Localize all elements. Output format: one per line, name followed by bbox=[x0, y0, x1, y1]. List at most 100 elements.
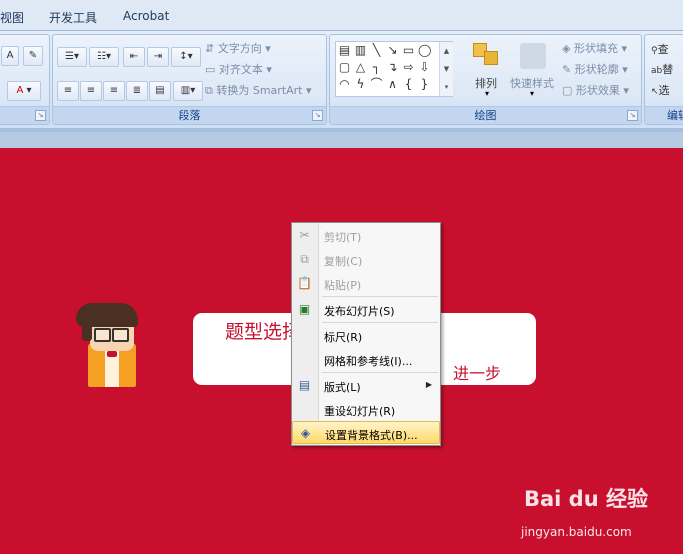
oval-shape-icon[interactable]: ◯ bbox=[418, 44, 431, 57]
right-brace-shape-icon[interactable]: } bbox=[418, 78, 431, 91]
left-brace-shape-icon[interactable]: { bbox=[402, 78, 415, 91]
arrow-line-shape-icon[interactable]: ↘ bbox=[386, 44, 399, 57]
elbow-connector-shape-icon[interactable]: ┐ bbox=[370, 61, 383, 74]
paragraph-dialog-launcher[interactable]: ↘ bbox=[312, 110, 323, 121]
triangle-shape-icon[interactable]: △ bbox=[354, 61, 367, 74]
shape-fill-label: 形状填充 bbox=[573, 42, 618, 55]
quick-styles-button[interactable]: 快速样式 ▾ bbox=[508, 41, 560, 98]
baidu-jingyan-watermark-logo: Bai du 经验 bbox=[524, 487, 648, 511]
decrease-indent-button[interactable]: ⇤ bbox=[123, 47, 145, 67]
context-menu: ✂ 剪切(T) ⧉ 复制(C) 📋 粘贴(P) ▣ 发布幻灯片(S) 标尺(R)… bbox=[291, 222, 441, 446]
menu-separator bbox=[322, 296, 438, 297]
smartart-icon: ⧉ bbox=[205, 84, 213, 97]
menu-item-publish-slides[interactable]: ▣ 发布幻灯片(S) bbox=[292, 298, 440, 321]
clear-format-button[interactable]: ✎ bbox=[23, 46, 43, 66]
justify-button[interactable]: ≣ bbox=[126, 81, 148, 101]
menu-separator bbox=[322, 372, 438, 373]
arrange-button[interactable]: 排列 ▾ bbox=[470, 41, 504, 98]
menu-item-paste[interactable]: 📋 粘贴(P) bbox=[292, 272, 440, 295]
menu-item-cut[interactable]: ✂ 剪切(T) bbox=[292, 224, 440, 247]
rounded-rect-shape-icon[interactable]: ▢ bbox=[338, 61, 351, 74]
find-button[interactable]: ⚲查 bbox=[651, 41, 669, 57]
select-button[interactable]: ↖选 bbox=[651, 82, 670, 98]
editing-group: ⚲查 ab替 ↖选 编辑 bbox=[644, 34, 683, 125]
down-arrow-shape-icon[interactable]: ⇩ bbox=[418, 61, 431, 74]
align-text-label: 对齐文本 bbox=[218, 63, 263, 76]
text-direction-icon: ⇵ bbox=[205, 42, 215, 55]
shapes-gallery-scroll[interactable]: ▲ ▼ ▾ bbox=[439, 42, 453, 96]
shape-outline-label: 形状轮廓 bbox=[574, 63, 619, 76]
replace-button[interactable]: ab替 bbox=[651, 61, 673, 77]
increase-indent-button[interactable]: ⇥ bbox=[147, 47, 169, 67]
arrange-dropdown-icon: ▾ bbox=[485, 89, 490, 98]
callout-shape-icon[interactable]: ◠ bbox=[338, 78, 351, 91]
numbering-icon: ☷ bbox=[97, 51, 106, 62]
layout-icon: ▤ bbox=[298, 378, 311, 392]
curve-shape-icon[interactable]: ⌒ bbox=[370, 78, 383, 91]
font-color-button[interactable]: A ▾ bbox=[7, 81, 41, 101]
shapes-gallery[interactable]: ▤ ▥ ╲ ↘ ▭ ◯ ▢ △ ┐ ↴ ⇨ ⇩ ◠ ϟ ⌒ ∧ { } ▲ ▼ ▾ bbox=[335, 41, 453, 97]
grow-font-button[interactable]: A bbox=[1, 46, 19, 66]
textbox-shape-icon[interactable]: ▤ bbox=[338, 44, 351, 57]
font-color-label: A bbox=[16, 85, 24, 96]
menu-item-grid-guides[interactable]: 网格和参考线(I)... bbox=[292, 348, 440, 371]
menu-item-layout[interactable]: ▤ 版式(L) ▶ bbox=[292, 374, 440, 397]
menu-item-ruler-label: 标尺(R) bbox=[324, 331, 363, 344]
shape-effects-button[interactable]: ▢ 形状效果 ▾ bbox=[562, 82, 629, 98]
shape-outline-button[interactable]: ✎ 形状轮廓 ▾ bbox=[562, 61, 628, 77]
numbering-button[interactable]: ☷▾ bbox=[89, 47, 119, 67]
select-label: 选 bbox=[658, 84, 670, 97]
bullets-button[interactable]: ☰▾ bbox=[57, 47, 87, 67]
submenu-arrow-icon: ▶ bbox=[425, 380, 432, 389]
text-direction-label: 文字方向 bbox=[217, 42, 262, 55]
right-arrow-shape-icon[interactable]: ⇨ bbox=[402, 61, 415, 74]
drawing-dialog-launcher[interactable]: ↘ bbox=[627, 110, 638, 121]
tab-view[interactable]: 视图 bbox=[0, 9, 24, 26]
scissors-icon: ✂ bbox=[299, 228, 310, 242]
menu-item-reset-slide[interactable]: 重设幻灯片(R) bbox=[292, 398, 440, 421]
convert-smartart-button[interactable]: ⧉ 转换为 SmartArt ▾ bbox=[205, 82, 312, 98]
quick-styles-icon bbox=[520, 43, 546, 69]
baidu-jingyan-watermark-url: jingyan.baidu.com bbox=[521, 525, 632, 539]
menu-item-layout-label: 版式(L) bbox=[324, 381, 361, 394]
align-text-button[interactable]: ▭ 对齐文本 ▾ bbox=[205, 61, 272, 77]
effects-icon: ▢ bbox=[562, 84, 573, 97]
cursor-icon: ↖ bbox=[651, 87, 659, 97]
drawing-group-label: 绘图 bbox=[330, 106, 641, 124]
vertical-textbox-shape-icon[interactable]: ▥ bbox=[354, 44, 367, 57]
eraser-icon: ✎ bbox=[28, 50, 38, 61]
lightning-shape-icon[interactable]: ϟ bbox=[354, 78, 367, 91]
shape-fill-button[interactable]: ◈ 形状填充 ▾ bbox=[562, 40, 627, 56]
arc-shape-icon[interactable]: ∧ bbox=[386, 78, 399, 91]
line-spacing-button[interactable]: ↕▾ bbox=[171, 47, 201, 67]
text-direction-button[interactable]: ⇵ 文字方向 ▾ bbox=[205, 40, 271, 56]
align-text-icon: ▭ bbox=[205, 63, 216, 76]
columns-button[interactable]: ▥▾ bbox=[173, 81, 203, 101]
font-dialog-launcher[interactable]: ↘ bbox=[35, 110, 46, 121]
menu-item-format-background-label: 设置背景格式(B)... bbox=[325, 429, 418, 442]
elbow-arrow-shape-icon[interactable]: ↴ bbox=[386, 61, 399, 74]
menu-item-copy[interactable]: ⧉ 复制(C) bbox=[292, 248, 440, 271]
find-label: 查 bbox=[657, 43, 669, 56]
menu-item-grid-guides-label: 网格和参考线(I)... bbox=[324, 355, 413, 368]
convert-smartart-label: 转换为 SmartArt bbox=[216, 84, 303, 97]
justify-icon: ≣ bbox=[132, 85, 142, 96]
tab-acrobat[interactable]: Acrobat bbox=[123, 9, 169, 23]
ribbon: A ✎ A ▾ ↘ ☰▾ ☷▾ ⇤ ⇥ ↕▾ ≡ ≡ ≡ ≣ ▤ ▥▾ ⇵ 文字… bbox=[0, 31, 683, 128]
align-right-button[interactable]: ≡ bbox=[103, 81, 125, 101]
line-shape-icon[interactable]: ╲ bbox=[370, 44, 383, 57]
slide-area-top-strip bbox=[0, 132, 683, 148]
align-center-button[interactable]: ≡ bbox=[80, 81, 102, 101]
background-format-icon: ◈ bbox=[300, 426, 311, 440]
menu-item-ruler[interactable]: 标尺(R) bbox=[292, 324, 440, 347]
align-left-button[interactable]: ≡ bbox=[57, 81, 79, 101]
slide-text-right: 进一步 bbox=[453, 364, 502, 383]
distribute-button[interactable]: ▤ bbox=[149, 81, 171, 101]
menu-item-copy-label: 复制(C) bbox=[324, 255, 363, 268]
paint-bucket-icon: ◈ bbox=[562, 42, 571, 55]
tab-developer[interactable]: 开发工具 bbox=[49, 9, 97, 26]
shape-effects-label: 形状效果 bbox=[575, 84, 620, 97]
menu-item-format-background[interactable]: ◈ 设置背景格式(B)... bbox=[292, 421, 440, 444]
rectangle-shape-icon[interactable]: ▭ bbox=[402, 44, 415, 57]
quick-styles-dropdown-icon: ▾ bbox=[530, 89, 535, 98]
